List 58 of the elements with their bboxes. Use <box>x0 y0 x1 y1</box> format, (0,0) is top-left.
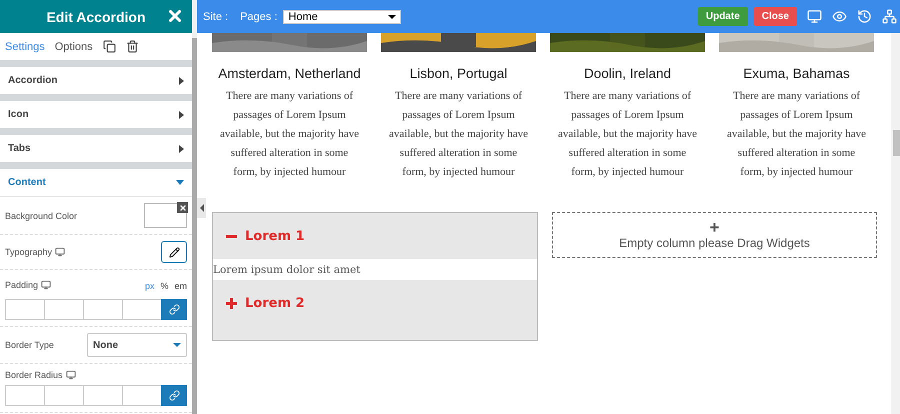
card-title: Lisbon, Portugal <box>410 66 508 81</box>
section-header[interactable]: Content <box>8 177 46 188</box>
field-label: Border Radius <box>5 370 76 380</box>
dimension-input[interactable] <box>83 385 122 406</box>
plus-icon[interactable] <box>226 298 237 308</box>
edit-button[interactable] <box>161 241 187 263</box>
dimension-input[interactable] <box>44 385 83 406</box>
border-type-select[interactable]: None <box>87 333 187 357</box>
color-swatch[interactable] <box>144 203 187 228</box>
unit-option[interactable]: % <box>160 281 168 291</box>
site-label: Site : <box>203 10 228 22</box>
field-label: Background Color <box>5 210 78 220</box>
pages-label: Pages : <box>240 10 278 22</box>
link-button[interactable] <box>161 299 187 320</box>
dimension-input[interactable] <box>83 299 122 320</box>
link-button[interactable] <box>161 385 187 406</box>
accordion-body-text: Lorem ipsum dolor sit amet <box>213 259 537 280</box>
card-text: There are many variations of passages of Lorem Ipsum available, but the majority have suffered alteration in some form, by injected humour <box>388 89 529 180</box>
history-icon[interactable] <box>857 9 872 24</box>
accordion-item-title[interactable]: Lorem 1 <box>245 228 305 244</box>
close-button[interactable]: Close <box>754 7 797 26</box>
trash-icon[interactable] <box>126 40 139 53</box>
unit-option[interactable]: px <box>144 281 154 291</box>
field-label: Padding <box>5 280 52 290</box>
duplicate-icon[interactable] <box>102 40 116 53</box>
panel-title: Edit Accordion <box>46 8 146 24</box>
dimension-input[interactable] <box>122 385 161 406</box>
scrollbar-thumb[interactable] <box>893 130 900 156</box>
scrollbar-thumb[interactable] <box>192 38 197 414</box>
field-label: Border Type <box>5 340 54 350</box>
link-icon <box>168 390 180 401</box>
section-header[interactable]: Tabs <box>8 143 31 154</box>
section-header[interactable]: Icon <box>8 109 29 120</box>
accordion-item-title[interactable]: Lorem 2 <box>245 296 305 310</box>
unit-option[interactable]: em <box>174 281 187 291</box>
card-title: Doolin, Ireland <box>584 66 672 81</box>
card-text: There are many variations of passages of Lorem Ipsum available, but the majority have suffered alteration in some form, by injected humour <box>726 89 867 180</box>
card-text: There are many variations of passages of Lorem Ipsum available, but the majority have suffered alteration in some form, by injected humour <box>219 89 360 180</box>
collapse-handle[interactable] <box>197 198 206 218</box>
dimension-input[interactable] <box>5 385 44 406</box>
section-header[interactable]: Accordion <box>8 75 58 86</box>
dimension-input[interactable] <box>122 299 161 320</box>
dimension-input[interactable] <box>44 299 83 320</box>
page-select[interactable]: Home <box>283 10 402 24</box>
eye-icon[interactable] <box>832 9 847 24</box>
card-title: Exuma, Bahamas <box>743 66 850 81</box>
panel-tab[interactable]: Options <box>54 40 93 52</box>
close-icon[interactable] <box>166 7 184 25</box>
desktop-icon[interactable] <box>807 9 822 24</box>
pencil-icon <box>168 246 180 258</box>
empty-column[interactable]: + Empty column please Drag Widgets <box>552 212 877 258</box>
card-text: There are many variations of passages of Lorem Ipsum available, but the majority have suffered alteration in some form, by injected humour <box>557 89 698 180</box>
dimension-input[interactable] <box>5 299 44 320</box>
card-title: Amsterdam, Netherland <box>218 66 361 81</box>
link-icon <box>168 304 180 315</box>
clear-icon[interactable] <box>177 202 188 213</box>
sitemap-icon[interactable] <box>882 9 897 24</box>
field-label: Typography <box>5 247 66 257</box>
